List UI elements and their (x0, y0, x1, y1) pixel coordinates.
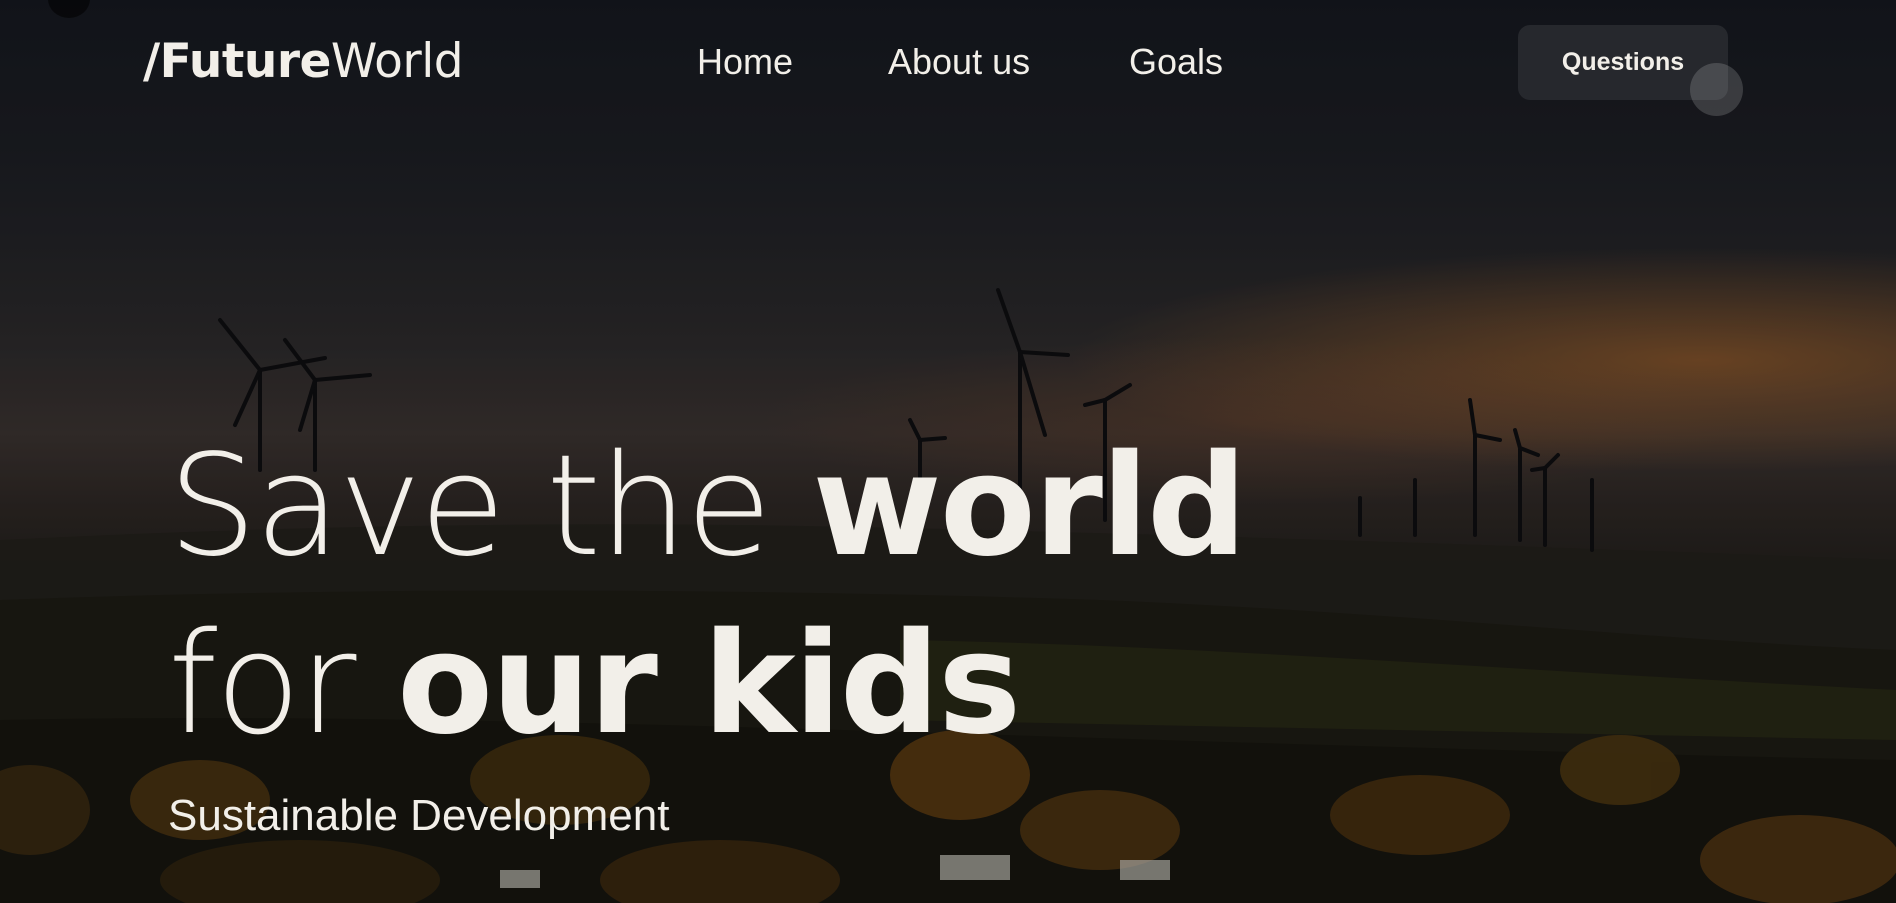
brand-logo[interactable]: /FutureWorld (143, 30, 464, 94)
headline-line-2-thin: for (168, 603, 398, 766)
nav-link-goals[interactable]: Goals (1129, 38, 1223, 86)
nav-link-about-us[interactable]: About us (888, 38, 1030, 86)
headline-line-1-bold: world (812, 425, 1247, 588)
headline-line-2: for our kids (168, 596, 1245, 774)
nav-link-home[interactable]: Home (697, 38, 793, 86)
hero-subtitle: Sustainable Development (168, 791, 670, 840)
headline-line-2-bold: our kids (397, 603, 1021, 766)
logo-bold-text: Future (159, 34, 332, 89)
headline-line-1-thin: Save the (168, 425, 813, 588)
site-header: /FutureWorld Home About us Goals Questio… (0, 0, 1896, 120)
cursor-follower-dot (1690, 63, 1743, 116)
headline-line-1: Save the world (168, 418, 1247, 596)
logo-light-text: World (330, 34, 464, 89)
logo-slash: / (143, 34, 160, 89)
hero-headline: Save the world for our kids (168, 418, 1247, 774)
